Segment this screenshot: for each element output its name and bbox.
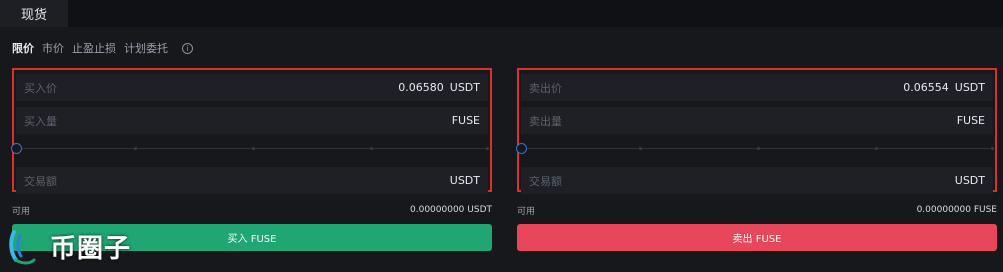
sell-price-value: 0.06554 [903,81,949,94]
buy-available-row: 可用 0.00000000 USDT [12,204,492,217]
sell-total-label: 交易额 [529,174,562,188]
sell-amount-label: 卖出量 [529,114,562,128]
buy-price-label: 买入价 [24,81,57,95]
order-type-stop-limit[interactable]: 止盈止损 [72,40,116,56]
sell-slider-knob[interactable] [516,143,527,154]
sell-percent-slider[interactable] [516,142,995,156]
buy-amount-unit: FUSE [451,114,480,127]
buy-price-value: 0.06580 [398,81,444,94]
sell-slider-tick[interactable] [875,147,878,150]
buy-price-field[interactable]: 买入价 0.06580 USDT [16,74,488,101]
sell-price-unit: USDT [954,81,985,94]
order-type-selector: 限价 市价 止盈止损 计划委托 i [12,40,193,56]
buy-slider-tick[interactable] [370,147,373,150]
sell-slider-tick[interactable] [991,147,994,150]
info-icon[interactable]: i [182,42,193,54]
sell-total-field[interactable]: 交易额 USDT [521,167,993,194]
buy-total-field[interactable]: 交易额 USDT [16,167,488,194]
buy-percent-slider[interactable] [11,142,490,156]
sell-amount-unit: FUSE [956,114,985,127]
buy-total-label: 交易额 [24,174,57,188]
buy-order-form: 买入价 0.06580 USDT 买入量 FUSE 交易额 USDT [11,68,492,194]
sell-slider-tick[interactable] [757,147,760,150]
sell-available-label: 可用 [517,206,536,217]
sell-button[interactable]: 卖出 FUSE [517,224,997,251]
top-tab-bar: 现货 [0,0,1003,27]
sell-price-label: 卖出价 [529,81,562,95]
sell-available-row: 可用 0.00000000 FUSE [517,204,997,217]
buy-slider-knob[interactable] [11,143,22,154]
watermark-logo-icon [9,230,36,265]
sell-amount-field[interactable]: 卖出量 FUSE [521,107,993,134]
buy-slider-tick[interactable] [134,147,137,150]
sell-order-form: 卖出价 0.06554 USDT 卖出量 FUSE 交易额 USDT [516,68,997,194]
buy-available-value: 0.00000000 USDT [410,205,492,215]
watermark-text: 币圈子 [50,233,132,264]
buy-slider-tick[interactable] [252,147,255,150]
sell-available-value: 0.00000000 FUSE [916,205,997,215]
buy-amount-field[interactable]: 买入量 FUSE [16,107,488,134]
watermark: 币圈子 [8,224,131,268]
order-type-plan[interactable]: 计划委托 [124,40,168,56]
buy-price-unit: USDT [449,81,480,94]
order-type-market[interactable]: 市价 [42,40,64,56]
order-type-limit[interactable]: 限价 [12,40,34,56]
tab-spot[interactable]: 现货 [0,0,68,27]
sell-total-unit: USDT [954,174,985,187]
buy-slider-tick[interactable] [486,147,489,150]
buy-total-unit: USDT [449,174,480,187]
sell-slider-tick[interactable] [639,147,642,150]
buy-amount-label: 买入量 [24,114,57,128]
buy-available-label: 可用 [12,206,31,217]
sell-price-field[interactable]: 卖出价 0.06554 USDT [521,74,993,101]
